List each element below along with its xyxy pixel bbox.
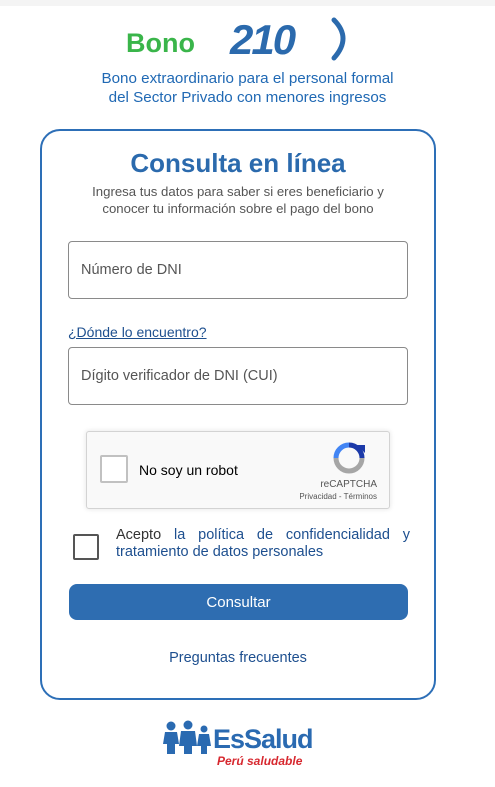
consent-prefix: Acepto: [116, 527, 174, 543]
recaptcha-brand: reCAPTCHA: [320, 479, 377, 490]
subtitle-line-1: Bono extraordinario para el personal for…: [101, 70, 394, 87]
card-description: Ingresa tus datos para saber si eres ben…: [42, 183, 434, 217]
desc-line-2: conocer tu información sobre el pago del…: [102, 201, 374, 216]
essalud-wordmark: EsSalud: [213, 724, 314, 754]
essalud-logo: EsSalud Perú saludable: [163, 716, 323, 772]
essalud-tagline: Perú saludable: [217, 754, 303, 768]
logo-word: Bono: [126, 28, 195, 58]
logo-swoosh: [331, 17, 346, 61]
where-to-find-link[interactable]: ¿Dónde lo encuentro?: [68, 324, 207, 340]
family-icon: [163, 720, 211, 754]
consulta-card: Consulta en línea Ingresa tus datos para…: [40, 129, 436, 700]
dni-input[interactable]: [68, 241, 408, 299]
logo-number: 210: [229, 16, 296, 63]
consultar-button[interactable]: Consultar: [69, 584, 408, 620]
recaptcha-widget: No soy un robot reCAPTCHA Privacidad - T…: [86, 431, 390, 509]
consent-checkbox[interactable]: [73, 534, 99, 560]
desc-line-1: Ingresa tus datos para saber si eres ben…: [92, 184, 384, 199]
recaptcha-icon: [333, 442, 365, 474]
top-bar: [0, 0, 495, 6]
cui-input[interactable]: [68, 347, 408, 405]
card-title: Consulta en línea: [130, 148, 346, 178]
bono-210-logo: Bono 210: [0, 14, 495, 70]
page-subtitle: Bono extraordinario para el personal for…: [0, 69, 495, 107]
subtitle-line-2: del Sector Privado con menores ingresos: [108, 89, 387, 106]
faq-link[interactable]: Preguntas frecuentes: [42, 650, 434, 666]
consent-text: Acepto la política de confidencialidad y…: [116, 527, 410, 561]
recaptcha-label: No soy un robot: [139, 462, 238, 478]
recaptcha-checkbox[interactable]: [100, 455, 128, 483]
recaptcha-terms[interactable]: Privacidad - Términos: [299, 492, 377, 501]
